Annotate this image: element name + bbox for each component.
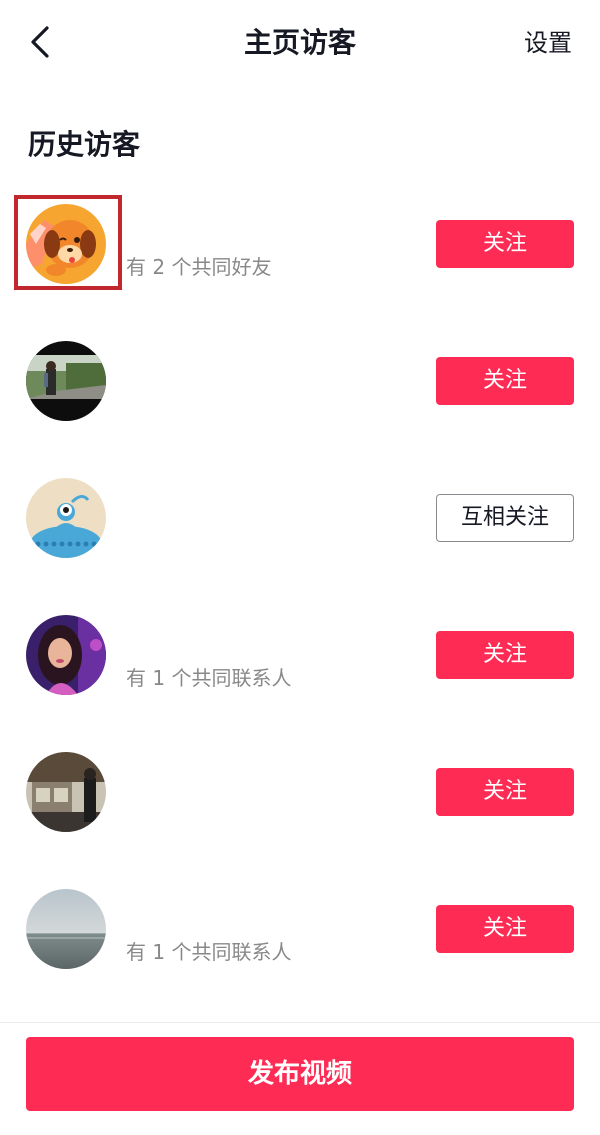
mutual-friends-text: 有 2 个共同好友 <box>126 255 272 279</box>
follow-button[interactable]: 关注 <box>436 220 574 268</box>
visitor-row[interactable]: 互相关注 <box>0 450 600 587</box>
section-title: 历史访客 <box>28 128 141 161</box>
page-title: 主页访客 <box>243 26 356 59</box>
sea-landscape-avatar[interactable] <box>26 889 106 969</box>
follow-button[interactable]: 关注 <box>436 768 574 816</box>
blue-cartoon-creature-avatar[interactable] <box>26 478 106 558</box>
mutual-follow-button[interactable]: 互相关注 <box>436 494 574 542</box>
header: 主页访客 设置 <box>0 0 600 86</box>
visitor-row[interactable]: 有 2 个共同好友 关注 <box>0 176 600 313</box>
mutual-contacts-text: 有 1 个共同联系人 <box>126 666 292 690</box>
visitor-row[interactable]: 关注 <box>0 724 600 861</box>
visitor-row[interactable]: 关注 <box>0 313 600 450</box>
visitor-row[interactable]: 有 1 个共同联系人 关注 <box>0 587 600 724</box>
visitors-page: 主页访客 设置 历史访客 有 2 个共同好友 关注 关注 互相关注 有 1 个共… <box>0 0 600 1135</box>
follow-button[interactable]: 关注 <box>436 905 574 953</box>
publish-video-button[interactable]: 发布视频 <box>26 1037 574 1111</box>
visitor-list: 有 2 个共同好友 关注 关注 互相关注 有 1 个共同联系人 关注 关注 有 … <box>0 176 600 998</box>
settings-button[interactable]: 设置 <box>524 24 572 62</box>
follow-button[interactable]: 关注 <box>436 357 574 405</box>
woman-portrait-avatar[interactable] <box>26 615 106 695</box>
mutual-contacts-text: 有 1 个共同联系人 <box>126 940 292 964</box>
visitor-row[interactable]: 有 1 个共同联系人 关注 <box>0 861 600 998</box>
outdoor-person-avatar[interactable] <box>26 341 106 421</box>
divider <box>0 1022 600 1023</box>
cartoon-dog-avatar[interactable] <box>26 204 106 284</box>
follow-button[interactable]: 关注 <box>436 631 574 679</box>
indoor-person-avatar[interactable] <box>26 752 106 832</box>
